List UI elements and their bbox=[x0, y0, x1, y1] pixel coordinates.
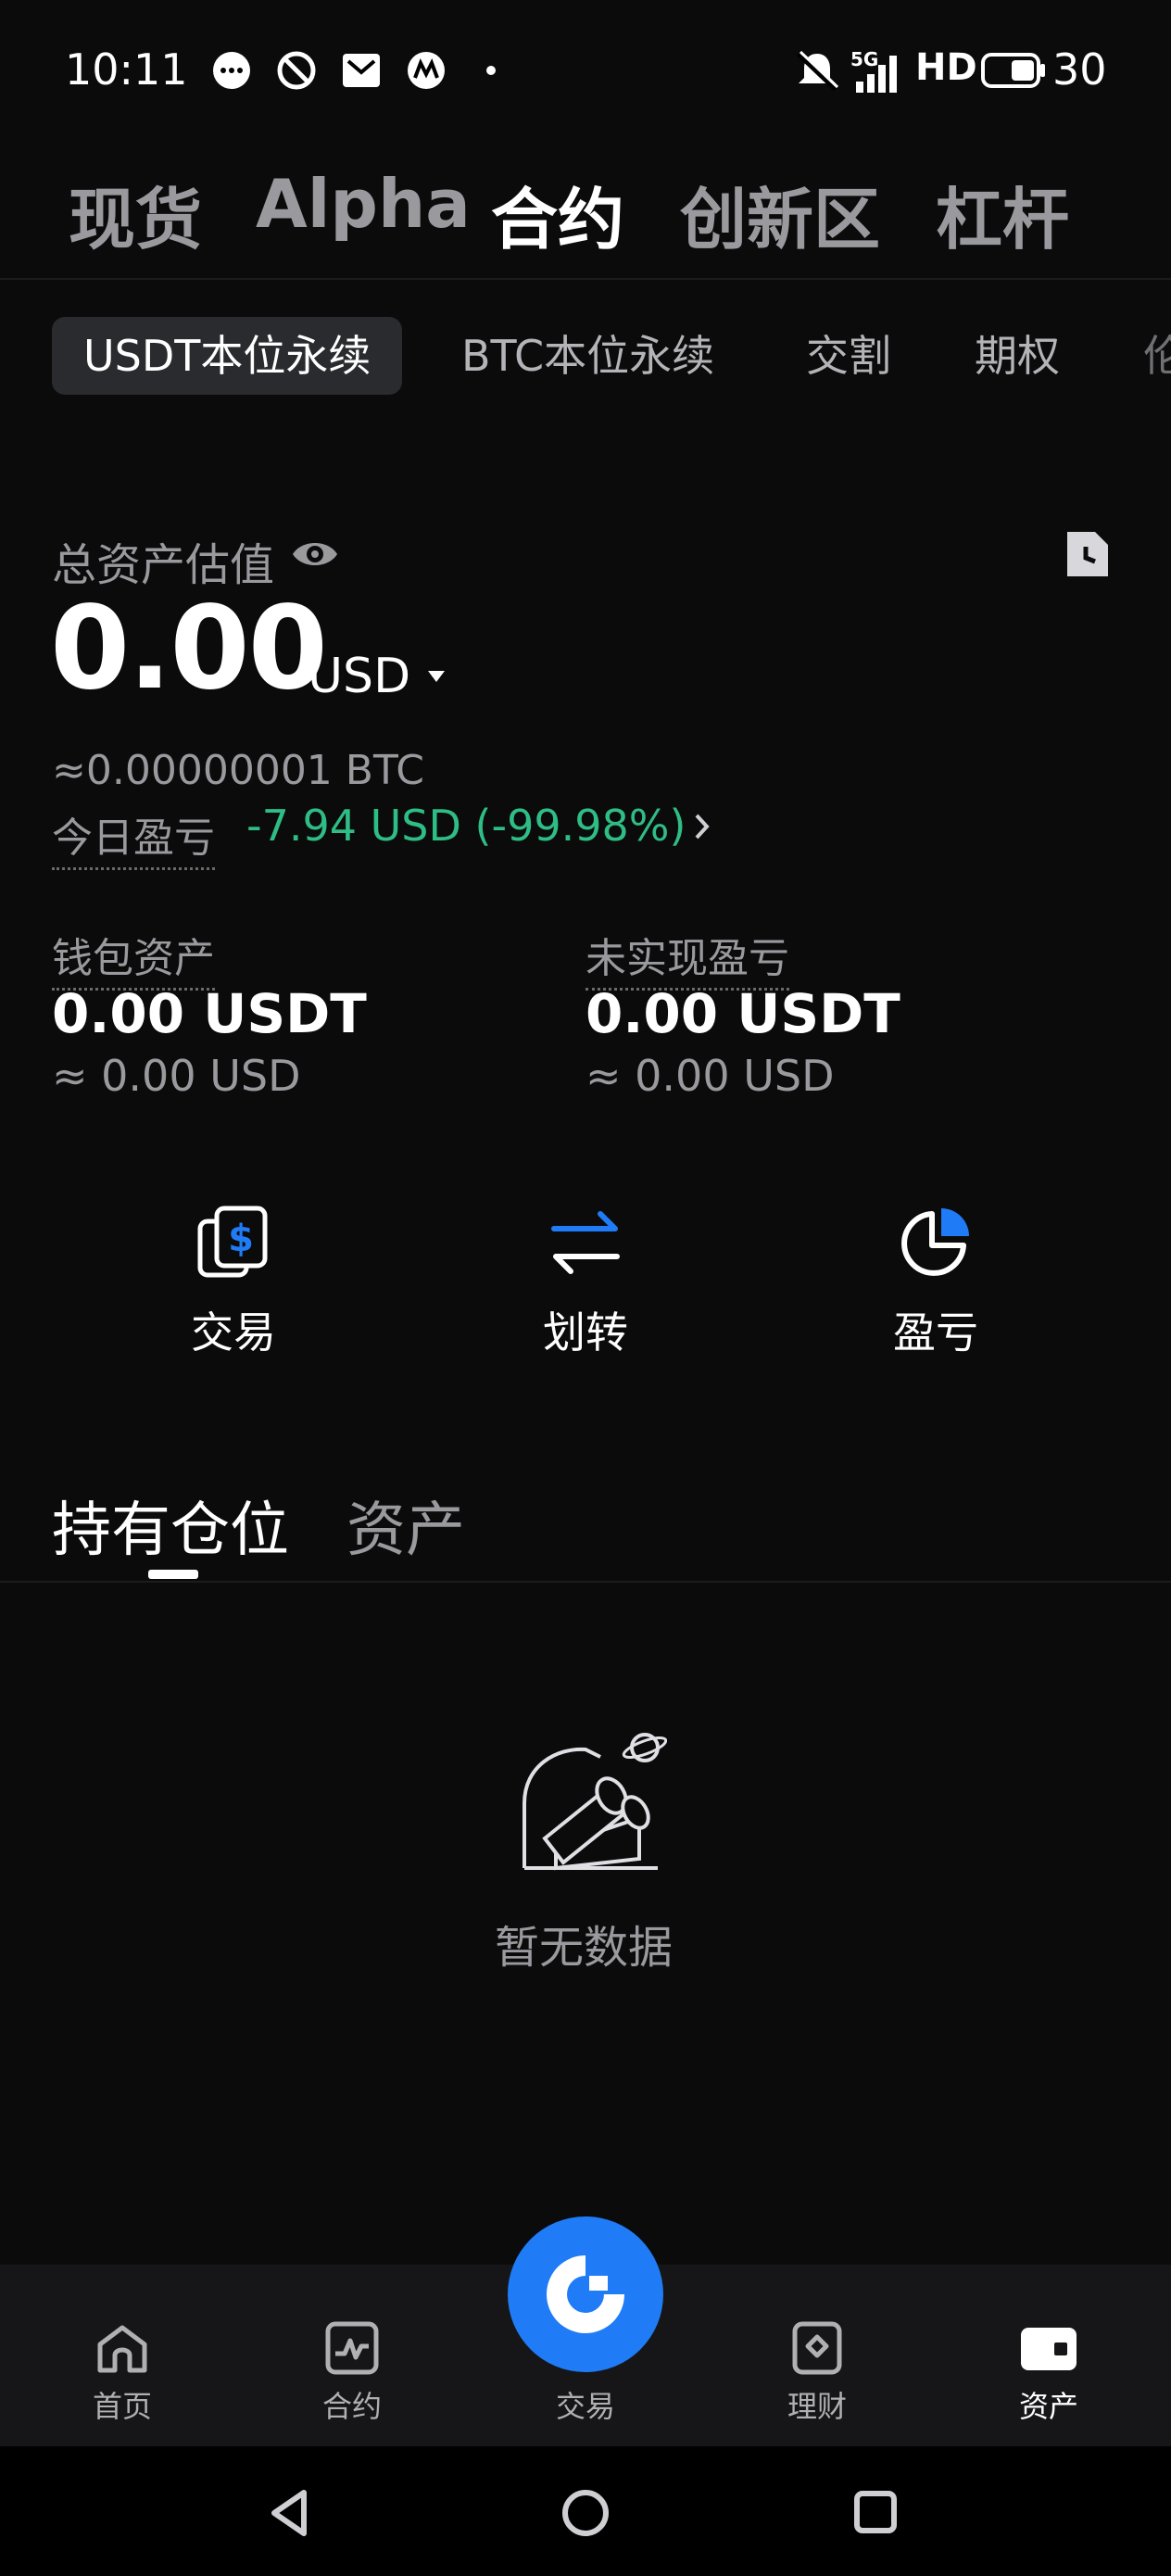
subtab-more[interactable]: 伦 bbox=[1143, 317, 1171, 395]
chevron-down-icon[interactable] bbox=[426, 669, 447, 684]
currency-selector[interactable]: USD bbox=[308, 649, 410, 704]
nav-futures[interactable]: 合约 bbox=[491, 165, 624, 262]
bottom-nav-assets-label: 资产 bbox=[1018, 2389, 1078, 2424]
bottom-nav-futures-label: 合约 bbox=[321, 2389, 382, 2424]
subtab-options[interactable]: 期权 bbox=[975, 317, 1060, 395]
btc-equivalent: ≈0.00000001 BTC bbox=[52, 747, 424, 794]
recents-icon[interactable] bbox=[852, 2489, 899, 2535]
message-icon bbox=[213, 52, 250, 89]
empty-telescope-icon bbox=[523, 1733, 667, 1871]
bottom-nav-assets[interactable]: 资产 bbox=[984, 2320, 1114, 2426]
tab-positions[interactable]: 持有仓位 bbox=[52, 1483, 289, 1568]
pnl-action-label: 盈亏 bbox=[893, 1307, 978, 1357]
system-nav-bar bbox=[0, 2446, 1171, 2576]
battery-icon bbox=[981, 53, 1045, 88]
trade-action-label: 交易 bbox=[191, 1307, 276, 1357]
battery-level: 30 bbox=[1052, 44, 1107, 95]
tab-active-indicator bbox=[148, 1570, 198, 1579]
today-pnl-value[interactable]: -7.94 USD (-99.98%) bbox=[246, 801, 686, 851]
bottom-nav-home[interactable]: 首页 bbox=[57, 2320, 187, 2426]
history-icon[interactable] bbox=[1064, 528, 1112, 580]
status-time: 10:11 bbox=[65, 44, 188, 95]
chevron-right-icon[interactable] bbox=[693, 812, 711, 841]
trade-action-button[interactable]: $ 交易 bbox=[159, 1205, 308, 1360]
unrealized-pnl-label[interactable]: 未实现盈亏 bbox=[586, 925, 789, 991]
subtab-usdt-perpetual[interactable]: USDT本位永续 bbox=[52, 317, 403, 395]
signal-icon bbox=[856, 56, 897, 93]
home-button-icon[interactable] bbox=[560, 2487, 611, 2539]
unrealized-pnl-value: 0.00 USDT bbox=[586, 982, 900, 1045]
trade-icon: $ bbox=[197, 1206, 268, 1278]
silent-bell-icon bbox=[796, 50, 839, 92]
bottom-nav-trade-label[interactable]: 交易 bbox=[521, 2383, 650, 2426]
wallet-balance-usd: ≈ 0.00 USD bbox=[52, 1051, 301, 1101]
do-not-disturb-icon bbox=[277, 51, 316, 90]
wallet-balance-value: 0.00 USDT bbox=[52, 982, 367, 1045]
nav-margin[interactable]: 杠杆 bbox=[936, 165, 1069, 262]
nav-spot[interactable]: 现货 bbox=[69, 165, 202, 262]
section-divider bbox=[0, 1581, 1171, 1583]
back-icon[interactable] bbox=[267, 2487, 311, 2539]
svg-text:$: $ bbox=[228, 1218, 254, 1260]
subtab-delivery[interactable]: 交割 bbox=[806, 317, 891, 395]
empty-state-text: 暂无数据 bbox=[495, 1922, 674, 1974]
trade-logo-icon bbox=[547, 2255, 624, 2333]
market-type-nav: 现货 Alpha 合约 创新区 杠杆 bbox=[0, 148, 1171, 280]
earn-icon bbox=[792, 2321, 842, 2375]
nav-alpha[interactable]: Alpha bbox=[256, 165, 471, 243]
wallet-balance-label[interactable]: 钱包资产 bbox=[52, 925, 215, 991]
total-assets-amount: 0.00 bbox=[50, 582, 328, 715]
bottom-nav-earn[interactable]: 理财 bbox=[752, 2320, 882, 2426]
bottom-nav-trade-button[interactable] bbox=[508, 2216, 663, 2372]
app-logo-icon bbox=[408, 52, 445, 89]
pie-chart-icon bbox=[901, 1208, 969, 1276]
transfer-action-label: 划转 bbox=[543, 1307, 628, 1357]
nav-innovation[interactable]: 创新区 bbox=[680, 165, 880, 262]
bottom-nav-home-label: 首页 bbox=[92, 2389, 152, 2424]
bottom-nav-futures[interactable]: 合约 bbox=[287, 2320, 417, 2426]
home-icon bbox=[97, 2325, 147, 2373]
tab-assets[interactable]: 资产 bbox=[346, 1483, 465, 1568]
unrealized-pnl-usd: ≈ 0.00 USD bbox=[586, 1051, 835, 1101]
pnl-action-button[interactable]: 盈亏 bbox=[862, 1205, 1010, 1360]
subtab-btc-perpetual[interactable]: BTC本位永续 bbox=[461, 317, 714, 395]
today-pnl-label[interactable]: 今日盈亏 bbox=[52, 804, 215, 870]
transfer-icon bbox=[551, 1211, 620, 1274]
hd-indicator: HD bbox=[915, 46, 977, 89]
transfer-action-button[interactable]: 划转 bbox=[511, 1205, 660, 1360]
more-notifications-dot bbox=[486, 66, 496, 75]
status-bar: 10:11 5G HD 30 bbox=[0, 0, 1171, 139]
wallet-icon bbox=[1021, 2328, 1077, 2370]
bottom-nav: 首页 合约 交易 理财 资产 bbox=[0, 2216, 1171, 2446]
eye-icon[interactable] bbox=[291, 536, 339, 573]
futures-chart-icon bbox=[325, 2321, 379, 2375]
bottom-nav-earn-label: 理财 bbox=[787, 2389, 847, 2424]
mail-icon bbox=[343, 54, 380, 87]
